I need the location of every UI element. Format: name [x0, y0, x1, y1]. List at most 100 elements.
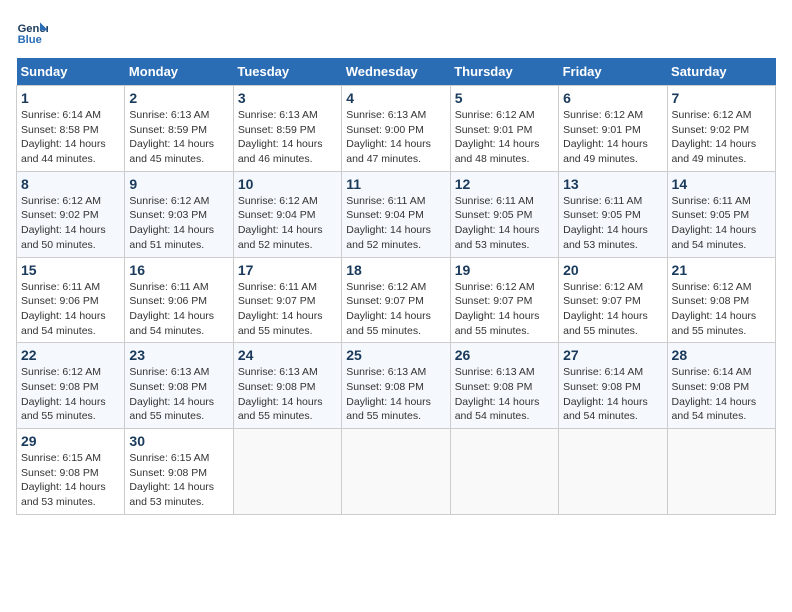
- calendar-day-cell: 21 Sunrise: 6:12 AMSunset: 9:08 PMDaylig…: [667, 257, 775, 343]
- weekday-header-cell: Saturday: [667, 58, 775, 86]
- calendar-week-row: 1 Sunrise: 6:14 AMSunset: 8:58 PMDayligh…: [17, 86, 776, 172]
- logo: General Blue: [16, 16, 48, 48]
- day-number: 28: [672, 347, 771, 363]
- day-number: 4: [346, 90, 445, 106]
- day-info: Sunrise: 6:11 AMSunset: 9:05 PMDaylight:…: [672, 194, 771, 253]
- calendar-day-cell: 14 Sunrise: 6:11 AMSunset: 9:05 PMDaylig…: [667, 171, 775, 257]
- calendar-day-cell: 30 Sunrise: 6:15 AMSunset: 9:08 PMDaylig…: [125, 429, 233, 515]
- day-number: 26: [455, 347, 554, 363]
- day-number: 20: [563, 262, 662, 278]
- day-info: Sunrise: 6:11 AMSunset: 9:07 PMDaylight:…: [238, 280, 337, 339]
- calendar-day-cell: 8 Sunrise: 6:12 AMSunset: 9:02 PMDayligh…: [17, 171, 125, 257]
- calendar-day-cell: [667, 429, 775, 515]
- day-info: Sunrise: 6:13 AMSunset: 9:08 PMDaylight:…: [455, 365, 554, 424]
- day-info: Sunrise: 6:14 AMSunset: 9:08 PMDaylight:…: [563, 365, 662, 424]
- day-info: Sunrise: 6:12 AMSunset: 9:04 PMDaylight:…: [238, 194, 337, 253]
- day-info: Sunrise: 6:12 AMSunset: 9:01 PMDaylight:…: [455, 108, 554, 167]
- calendar-day-cell: 24 Sunrise: 6:13 AMSunset: 9:08 PMDaylig…: [233, 343, 341, 429]
- day-number: 12: [455, 176, 554, 192]
- calendar-table: SundayMondayTuesdayWednesdayThursdayFrid…: [16, 58, 776, 515]
- day-number: 1: [21, 90, 120, 106]
- day-number: 16: [129, 262, 228, 278]
- day-number: 19: [455, 262, 554, 278]
- weekday-header-cell: Thursday: [450, 58, 558, 86]
- weekday-header-cell: Monday: [125, 58, 233, 86]
- day-info: Sunrise: 6:14 AMSunset: 8:58 PMDaylight:…: [21, 108, 120, 167]
- day-number: 7: [672, 90, 771, 106]
- day-info: Sunrise: 6:11 AMSunset: 9:06 PMDaylight:…: [129, 280, 228, 339]
- day-info: Sunrise: 6:12 AMSunset: 9:03 PMDaylight:…: [129, 194, 228, 253]
- calendar-day-cell: 9 Sunrise: 6:12 AMSunset: 9:03 PMDayligh…: [125, 171, 233, 257]
- calendar-day-cell: 12 Sunrise: 6:11 AMSunset: 9:05 PMDaylig…: [450, 171, 558, 257]
- day-info: Sunrise: 6:11 AMSunset: 9:06 PMDaylight:…: [21, 280, 120, 339]
- calendar-day-cell: 20 Sunrise: 6:12 AMSunset: 9:07 PMDaylig…: [559, 257, 667, 343]
- day-info: Sunrise: 6:13 AMSunset: 9:08 PMDaylight:…: [129, 365, 228, 424]
- day-number: 6: [563, 90, 662, 106]
- day-number: 3: [238, 90, 337, 106]
- day-number: 15: [21, 262, 120, 278]
- day-info: Sunrise: 6:12 AMSunset: 9:07 PMDaylight:…: [455, 280, 554, 339]
- day-info: Sunrise: 6:12 AMSunset: 9:02 PMDaylight:…: [672, 108, 771, 167]
- day-info: Sunrise: 6:13 AMSunset: 8:59 PMDaylight:…: [129, 108, 228, 167]
- page-header: General Blue: [16, 16, 776, 48]
- day-number: 18: [346, 262, 445, 278]
- calendar-body: 1 Sunrise: 6:14 AMSunset: 8:58 PMDayligh…: [17, 86, 776, 515]
- weekday-header-cell: Sunday: [17, 58, 125, 86]
- calendar-day-cell: [450, 429, 558, 515]
- day-number: 24: [238, 347, 337, 363]
- day-info: Sunrise: 6:13 AMSunset: 8:59 PMDaylight:…: [238, 108, 337, 167]
- calendar-week-row: 22 Sunrise: 6:12 AMSunset: 9:08 PMDaylig…: [17, 343, 776, 429]
- day-info: Sunrise: 6:13 AMSunset: 9:00 PMDaylight:…: [346, 108, 445, 167]
- calendar-day-cell: [342, 429, 450, 515]
- calendar-day-cell: 18 Sunrise: 6:12 AMSunset: 9:07 PMDaylig…: [342, 257, 450, 343]
- calendar-day-cell: 27 Sunrise: 6:14 AMSunset: 9:08 PMDaylig…: [559, 343, 667, 429]
- day-number: 22: [21, 347, 120, 363]
- calendar-day-cell: 22 Sunrise: 6:12 AMSunset: 9:08 PMDaylig…: [17, 343, 125, 429]
- day-number: 30: [129, 433, 228, 449]
- day-info: Sunrise: 6:12 AMSunset: 9:07 PMDaylight:…: [563, 280, 662, 339]
- calendar-day-cell: 16 Sunrise: 6:11 AMSunset: 9:06 PMDaylig…: [125, 257, 233, 343]
- day-number: 9: [129, 176, 228, 192]
- day-number: 11: [346, 176, 445, 192]
- day-info: Sunrise: 6:12 AMSunset: 9:08 PMDaylight:…: [672, 280, 771, 339]
- calendar-week-row: 29 Sunrise: 6:15 AMSunset: 9:08 PMDaylig…: [17, 429, 776, 515]
- calendar-day-cell: 2 Sunrise: 6:13 AMSunset: 8:59 PMDayligh…: [125, 86, 233, 172]
- day-number: 27: [563, 347, 662, 363]
- day-number: 29: [21, 433, 120, 449]
- calendar-day-cell: [559, 429, 667, 515]
- day-info: Sunrise: 6:15 AMSunset: 9:08 PMDaylight:…: [129, 451, 228, 510]
- day-number: 14: [672, 176, 771, 192]
- calendar-day-cell: 7 Sunrise: 6:12 AMSunset: 9:02 PMDayligh…: [667, 86, 775, 172]
- calendar-day-cell: 26 Sunrise: 6:13 AMSunset: 9:08 PMDaylig…: [450, 343, 558, 429]
- day-number: 17: [238, 262, 337, 278]
- day-number: 23: [129, 347, 228, 363]
- day-info: Sunrise: 6:11 AMSunset: 9:04 PMDaylight:…: [346, 194, 445, 253]
- calendar-day-cell: 29 Sunrise: 6:15 AMSunset: 9:08 PMDaylig…: [17, 429, 125, 515]
- calendar-week-row: 15 Sunrise: 6:11 AMSunset: 9:06 PMDaylig…: [17, 257, 776, 343]
- day-info: Sunrise: 6:13 AMSunset: 9:08 PMDaylight:…: [346, 365, 445, 424]
- calendar-day-cell: [233, 429, 341, 515]
- calendar-week-row: 8 Sunrise: 6:12 AMSunset: 9:02 PMDayligh…: [17, 171, 776, 257]
- day-number: 13: [563, 176, 662, 192]
- weekday-header-cell: Wednesday: [342, 58, 450, 86]
- day-number: 21: [672, 262, 771, 278]
- calendar-day-cell: 5 Sunrise: 6:12 AMSunset: 9:01 PMDayligh…: [450, 86, 558, 172]
- day-info: Sunrise: 6:15 AMSunset: 9:08 PMDaylight:…: [21, 451, 120, 510]
- calendar-day-cell: 13 Sunrise: 6:11 AMSunset: 9:05 PMDaylig…: [559, 171, 667, 257]
- weekday-header-cell: Friday: [559, 58, 667, 86]
- day-info: Sunrise: 6:12 AMSunset: 9:08 PMDaylight:…: [21, 365, 120, 424]
- calendar-day-cell: 17 Sunrise: 6:11 AMSunset: 9:07 PMDaylig…: [233, 257, 341, 343]
- day-number: 5: [455, 90, 554, 106]
- calendar-day-cell: 25 Sunrise: 6:13 AMSunset: 9:08 PMDaylig…: [342, 343, 450, 429]
- day-info: Sunrise: 6:12 AMSunset: 9:01 PMDaylight:…: [563, 108, 662, 167]
- day-number: 10: [238, 176, 337, 192]
- calendar-day-cell: 6 Sunrise: 6:12 AMSunset: 9:01 PMDayligh…: [559, 86, 667, 172]
- day-info: Sunrise: 6:14 AMSunset: 9:08 PMDaylight:…: [672, 365, 771, 424]
- calendar-day-cell: 10 Sunrise: 6:12 AMSunset: 9:04 PMDaylig…: [233, 171, 341, 257]
- calendar-day-cell: 19 Sunrise: 6:12 AMSunset: 9:07 PMDaylig…: [450, 257, 558, 343]
- day-info: Sunrise: 6:13 AMSunset: 9:08 PMDaylight:…: [238, 365, 337, 424]
- calendar-day-cell: 3 Sunrise: 6:13 AMSunset: 8:59 PMDayligh…: [233, 86, 341, 172]
- calendar-day-cell: 1 Sunrise: 6:14 AMSunset: 8:58 PMDayligh…: [17, 86, 125, 172]
- svg-text:Blue: Blue: [18, 34, 42, 46]
- day-number: 25: [346, 347, 445, 363]
